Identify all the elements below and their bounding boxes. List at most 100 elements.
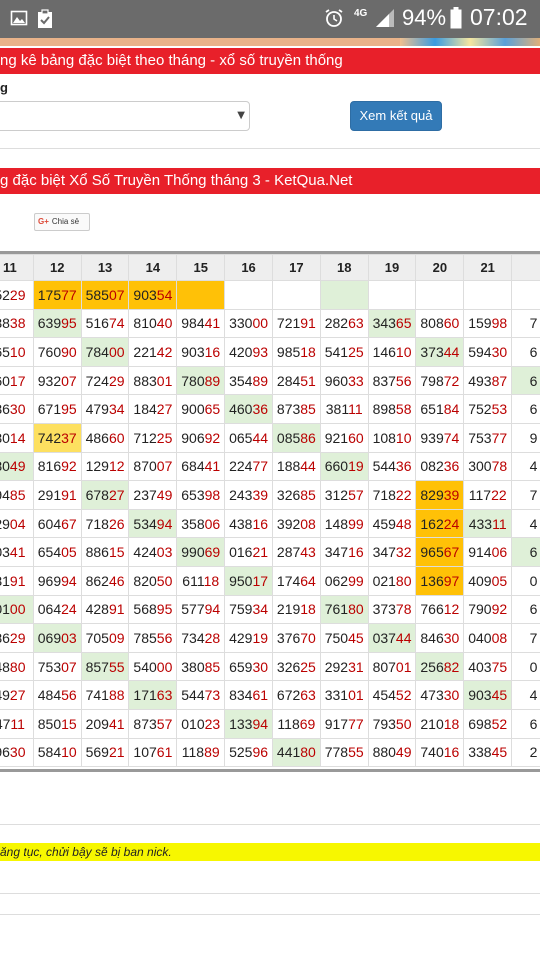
cell-tail-digits: 01 <box>395 658 412 675</box>
cell-head-digits: 960 <box>324 372 349 389</box>
cell-head-digits: 784 <box>85 343 109 360</box>
result-cell: 16224 <box>415 508 465 539</box>
cell-head-digits: 585 <box>85 286 109 303</box>
google-plus-share-button[interactable]: G+ Chia sẻ <box>34 213 90 231</box>
result-cell: 63995 <box>32 308 82 339</box>
cell-head-digits: 118 <box>277 715 300 732</box>
cell-head-digits: 985 <box>276 343 301 360</box>
cell-tail-digits: 56 <box>156 629 173 646</box>
cell-head-digits: 376 <box>276 629 301 646</box>
cell-tail-digits: 50 <box>395 715 412 732</box>
cell-head-digits: 479 <box>85 401 109 418</box>
cell-tail-digits: 0 <box>529 572 538 589</box>
result-cell: 35489 <box>224 365 273 396</box>
cell-head-digits: 129 <box>85 458 109 475</box>
cell-tail-digits: 41 <box>9 544 26 561</box>
result-cell: 71225 <box>128 422 178 453</box>
result-cell: 48660 <box>80 422 130 453</box>
result-cell: 40905 <box>463 565 513 596</box>
cell-tail-digits: 16 <box>443 744 460 761</box>
cell-head-digits: 883 <box>133 372 157 389</box>
cell-head-digits: 016 <box>229 544 253 561</box>
result-cell: 9485 <box>0 480 34 510</box>
result-cell: 0341 <box>0 537 34 567</box>
cell-head-digits: 829 <box>420 486 444 503</box>
cell-head-digits: 409 <box>468 572 492 589</box>
result-cell: 12912 <box>80 451 130 482</box>
cell-tail-digits: 89 <box>252 372 269 389</box>
result-cell: 6017 <box>0 365 34 396</box>
view-results-button[interactable]: Xem kết quả <box>350 101 442 131</box>
result-cell: 93974 <box>415 422 465 453</box>
cell-head-digits: 903 <box>468 687 492 704</box>
cell-tail-digits: 80 <box>348 601 364 618</box>
result-cell: 37378 <box>367 594 417 625</box>
cell-head-digits: 438 <box>229 515 253 532</box>
result-cell <box>271 280 321 310</box>
cell-tail-digits: 44 <box>252 429 269 446</box>
result-cell: 90692 <box>176 422 226 453</box>
result-cell: 56921 <box>80 737 130 768</box>
cell-tail-digits: 92 <box>61 458 77 475</box>
divider <box>0 914 540 915</box>
result-cell: 4 <box>511 508 540 539</box>
result-cell: 65398 <box>176 480 226 510</box>
result-cell: 91406 <box>463 537 513 567</box>
result-cell <box>367 280 417 310</box>
cell-tail-digits: 57 <box>156 715 173 732</box>
cell-tail-digits: 33 <box>348 372 364 389</box>
cell-head-digits: 742 <box>37 429 62 446</box>
cell-tail-digits: 85 <box>300 401 316 418</box>
divider <box>0 824 540 825</box>
results-table-container[interactable]: 1112131415161718192021522917577585079035… <box>0 251 540 772</box>
result-cell: 18427 <box>128 394 178 424</box>
cell-tail-digits: 77 <box>252 458 269 475</box>
month-select[interactable]: ▼ <box>0 101 250 131</box>
cell-tail-digits: 11 <box>10 715 25 732</box>
cell-head-digits: 287 <box>276 544 301 561</box>
result-cell: 96033 <box>319 365 369 396</box>
cell-tail-digits: 15 <box>61 715 77 732</box>
cell-head-digits: 292 <box>324 658 349 675</box>
divider <box>0 893 540 894</box>
divider <box>0 148 540 149</box>
cell-head-digits: 639 <box>37 315 62 332</box>
cell-head-digits: 880 <box>372 744 396 761</box>
cell-tail-digits: 36 <box>252 401 269 418</box>
share-label: Chia sẻ <box>51 217 80 226</box>
result-cell: 24339 <box>224 480 273 510</box>
cell-tail-digits: 09 <box>108 629 125 646</box>
cell-tail-digits: 2 <box>529 744 538 761</box>
result-cell: 38111 <box>319 394 369 424</box>
result-cell: 4 <box>511 680 540 710</box>
cell-head-digits: 209 <box>85 715 109 732</box>
cell-head-digits: 36 <box>0 401 10 418</box>
result-cell: 65930 <box>224 651 273 682</box>
result-cell: 6510 <box>0 337 34 367</box>
cell-tail-digits: 52 <box>395 687 412 704</box>
cell-head-digits: 380 <box>181 658 205 675</box>
cell-head-digits: 760 <box>37 343 62 360</box>
cell-head-digits: 338 <box>468 744 492 761</box>
cell-tail-digits: 46 <box>108 572 125 589</box>
cell-tail-digits: 56 <box>61 687 77 704</box>
cell-tail-digits: 85 <box>204 658 221 675</box>
cell-tail-digits: 53 <box>491 401 508 418</box>
cell-tail-digits: 05 <box>491 572 508 589</box>
cell-head-digits: 778 <box>324 744 349 761</box>
result-cell: 4927 <box>0 680 34 710</box>
cell-head-digits: 284 <box>276 372 301 389</box>
cell-head-digits: 237 <box>133 486 157 503</box>
result-cell: 33101 <box>319 680 369 710</box>
result-cell: 03744 <box>367 623 417 653</box>
network-type: 4G <box>354 8 368 19</box>
cell-head-digits: 148 <box>324 515 349 532</box>
cell-tail-digits: 7 <box>529 486 538 503</box>
cell-tail-digits: 82 <box>443 658 460 675</box>
cell-tail-digits: 10 <box>395 343 412 360</box>
result-cell <box>463 280 513 310</box>
result-cell: 49387 <box>463 365 513 396</box>
result-cell: 22477 <box>224 451 273 482</box>
cell-tail-digits: 67 <box>443 544 460 561</box>
table-row: 3191969948624682050611189501717464062990… <box>0 565 540 596</box>
